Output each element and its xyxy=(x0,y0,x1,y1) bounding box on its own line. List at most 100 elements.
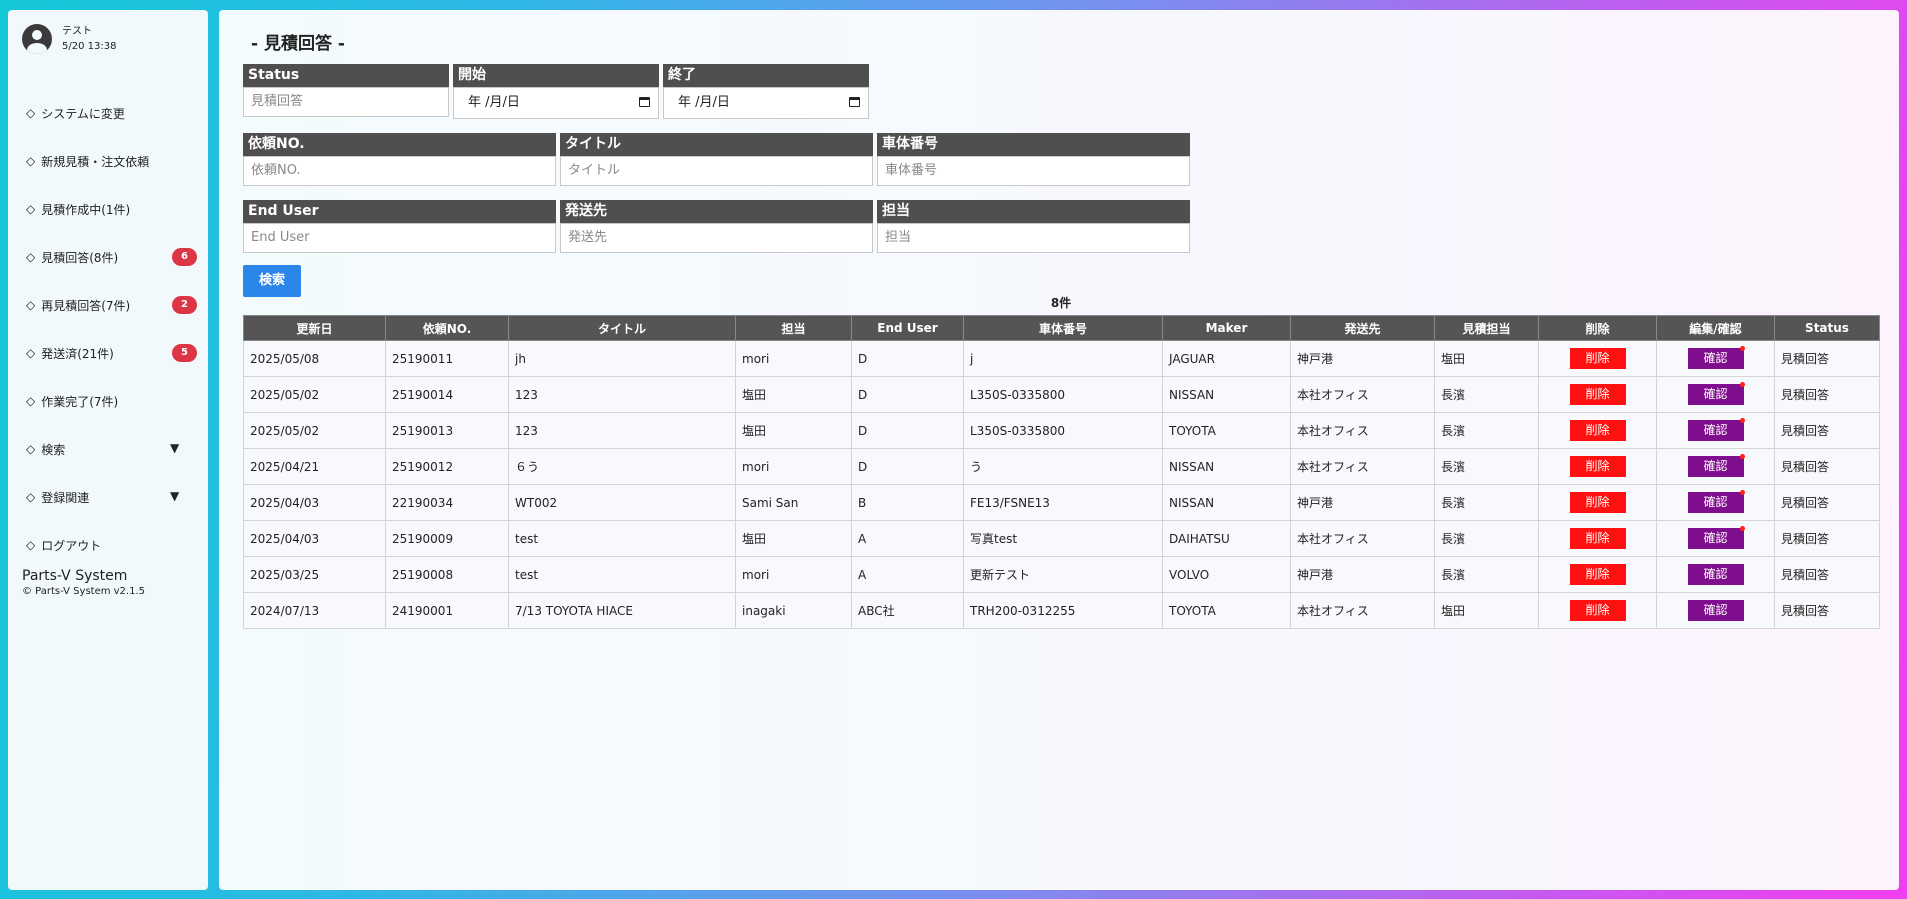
table-cell: 塩田 xyxy=(1434,592,1539,629)
table-cell: NISSAN xyxy=(1162,376,1291,413)
end-user-input[interactable]: End User xyxy=(243,223,556,253)
table-cell: j xyxy=(963,340,1163,377)
table-cell: VOLVO xyxy=(1162,556,1291,593)
table-cell: 25190009 xyxy=(385,520,509,557)
user-panel: テスト 5/20 13:38 xyxy=(22,24,116,54)
sidebar-item-quote-answer[interactable]: ◇ 見積回答(8件) 6 xyxy=(26,233,202,281)
confirm-button[interactable]: 確認 xyxy=(1687,346,1745,369)
table-cell: FE13/FSNE13 xyxy=(963,484,1163,521)
delete-cell: 削除 xyxy=(1538,484,1657,521)
brand: Parts-V System © Parts-V System v2.1.5 xyxy=(22,567,145,598)
delete-button[interactable]: 削除 xyxy=(1569,348,1626,369)
vin-input[interactable]: 車体番号 xyxy=(877,156,1190,186)
table-cell: 25190012 xyxy=(385,448,509,485)
sidebar-item-new-request[interactable]: ◇ 新規見積・注文依頼 xyxy=(26,137,202,185)
result-count: 8件 xyxy=(1050,296,1072,310)
page-title: - 見積回答 - xyxy=(251,34,345,54)
table-cell: 神戸港 xyxy=(1290,340,1435,377)
delete-cell: 削除 xyxy=(1538,556,1657,593)
end-user-filter: End User End User xyxy=(243,200,556,253)
search-button[interactable]: 検索 xyxy=(243,265,301,297)
table-cell: A xyxy=(851,520,964,557)
sidebar-item-work-complete[interactable]: ◇ 作業完了(7件) xyxy=(26,377,202,425)
notification-dot-icon xyxy=(1739,346,1745,351)
table-cell: NISSAN xyxy=(1162,448,1291,485)
triangle-down-icon[interactable]: ▼ xyxy=(170,489,179,503)
confirm-cell: 確認 xyxy=(1656,556,1775,593)
sidebar-item-label: 作業完了(7件) xyxy=(41,394,119,409)
sidebar-item-quote-in-progress[interactable]: ◇ 見積作成中(1件) xyxy=(26,185,202,233)
column-header: Status xyxy=(1774,315,1880,341)
title-input[interactable]: タイトル xyxy=(560,156,873,186)
table-cell: L350S-0335800 xyxy=(963,412,1163,449)
table-cell: 塩田 xyxy=(1434,340,1539,377)
column-header: 編集/確認 xyxy=(1656,315,1775,341)
table-cell: 塩田 xyxy=(735,520,852,557)
table-header-row: 更新日 依頼NO. タイトル 担当 End User 車体番号 Maker 発送先 見積担当 削除… xyxy=(243,315,1880,341)
confirm-button[interactable]: 確認 xyxy=(1687,382,1745,405)
brand-title: Parts-V System xyxy=(22,568,128,584)
diamond-icon: ◇ xyxy=(26,106,36,120)
confirm-button[interactable]: 確認 xyxy=(1687,454,1745,477)
request-no-input[interactable]: 依頼NO. xyxy=(243,156,556,186)
triangle-down-icon[interactable]: ▼ xyxy=(170,441,179,455)
table-cell: 本社オフィス xyxy=(1290,448,1435,485)
table-cell: 長濱 xyxy=(1434,484,1539,521)
start-date-input[interactable]: 年 /月/日 xyxy=(453,87,659,119)
table-cell: 見積回答 xyxy=(1774,592,1880,629)
delete-button[interactable]: 削除 xyxy=(1569,384,1626,405)
confirm-cell: 確認 xyxy=(1656,592,1775,629)
table-row: 2025/05/08 25190011 jh mori Dj JAGUAR 神戸港 塩田 削除 確… xyxy=(243,340,1880,377)
column-header: End User xyxy=(851,315,964,341)
delete-button[interactable]: 削除 xyxy=(1569,420,1626,441)
ship-to-input[interactable]: 発送先 xyxy=(560,223,873,253)
delete-button[interactable]: 削除 xyxy=(1569,492,1626,513)
confirm-button-label: 確認 xyxy=(1703,603,1728,617)
delete-button[interactable]: 削除 xyxy=(1569,564,1626,585)
table-cell: test xyxy=(508,520,736,557)
end-date-label: 終了 xyxy=(663,64,869,87)
table-cell: 本社オフィス xyxy=(1290,376,1435,413)
status-input[interactable]: 見積回答 xyxy=(243,87,449,117)
delete-button[interactable]: 削除 xyxy=(1569,528,1626,549)
sidebar-item-label: ログアウト xyxy=(41,538,102,553)
calendar-icon[interactable] xyxy=(849,97,860,107)
table-row: 2025/05/02 25190013 123 塩田 D L350S-0335800 TOY… xyxy=(243,412,1880,449)
table-row: 2025/04/03 22190034 WT002 Sami San B FE13/FSN… xyxy=(243,484,1880,521)
vin-label: 車体番号 xyxy=(877,133,1190,156)
table-cell: 本社オフィス xyxy=(1290,412,1435,449)
sidebar-item-logout[interactable]: ◇ ログアウト xyxy=(26,521,202,569)
confirm-button[interactable]: 確認 xyxy=(1687,600,1744,621)
count-badge: 2 xyxy=(172,296,197,314)
delete-cell: 削除 xyxy=(1538,592,1657,629)
notification-dot-icon xyxy=(1739,382,1745,387)
table-cell: 25190013 xyxy=(385,412,509,449)
ship-to-filter: 発送先 発送先 xyxy=(560,200,873,253)
sidebar-item-search[interactable]: ◇ 検索 ▼ xyxy=(26,425,202,473)
table-cell: 見積回答 xyxy=(1774,340,1880,377)
delete-button[interactable]: 削除 xyxy=(1569,600,1626,621)
table-cell: 22190034 xyxy=(385,484,509,521)
confirm-button-label: 確認 xyxy=(1703,387,1728,401)
confirm-button[interactable]: 確認 xyxy=(1687,564,1744,585)
sidebar-item-switch-system[interactable]: ◇ システムに変更 xyxy=(26,89,202,137)
sidebar-item-requote-answer[interactable]: ◇ 再見積回答(7件) 2 xyxy=(26,281,202,329)
diamond-icon: ◇ xyxy=(26,250,36,264)
table-cell: NISSAN xyxy=(1162,484,1291,521)
confirm-button-label: 確認 xyxy=(1703,495,1728,509)
confirm-button[interactable]: 確認 xyxy=(1687,526,1745,549)
confirm-cell: 確認 xyxy=(1656,448,1775,485)
sidebar-item-shipped[interactable]: ◇ 発送済(21件) 5 xyxy=(26,329,202,377)
person-input[interactable]: 担当 xyxy=(877,223,1190,253)
confirm-button[interactable]: 確認 xyxy=(1687,490,1745,513)
calendar-icon[interactable] xyxy=(639,97,650,107)
delete-button[interactable]: 削除 xyxy=(1569,456,1626,477)
end-date-input[interactable]: 年 /月/日 xyxy=(663,87,869,119)
sidebar-item-registration[interactable]: ◇ 登録関連 ▼ xyxy=(26,473,202,521)
status-label: Status xyxy=(243,64,449,87)
confirm-button[interactable]: 確認 xyxy=(1687,418,1745,441)
table-row: 2025/05/02 25190014 123 塩田 D L350S-0335800 NIS… xyxy=(243,376,1880,413)
table-cell: ６う xyxy=(508,448,736,485)
table-cell: 見積回答 xyxy=(1774,448,1880,485)
diamond-icon: ◇ xyxy=(26,298,36,312)
